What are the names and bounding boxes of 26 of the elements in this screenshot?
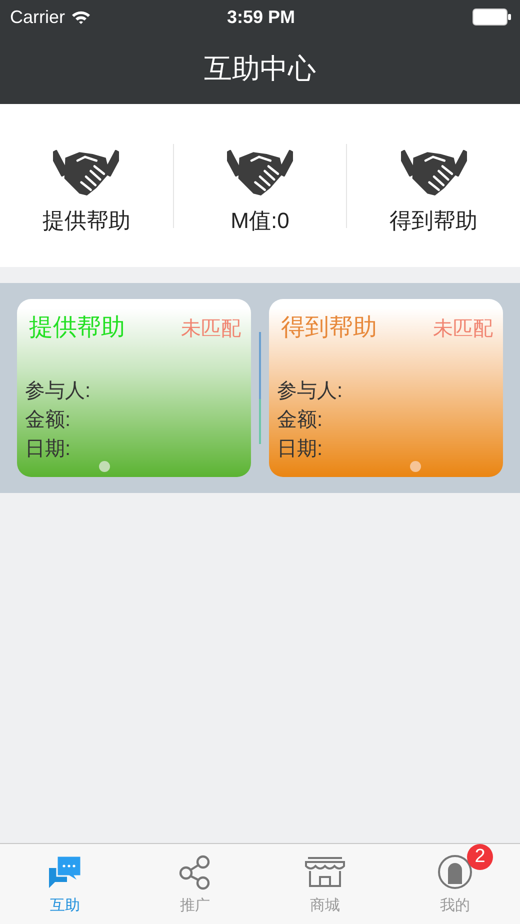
battery-icon xyxy=(472,8,512,26)
notification-badge: 2 xyxy=(467,844,493,870)
user-icon xyxy=(437,854,473,890)
wifi-icon xyxy=(71,10,92,24)
field-label: 参与人: xyxy=(25,379,92,404)
field-label: 参与人: xyxy=(277,379,344,404)
action-label[interactable]: 提供帮助 xyxy=(42,206,130,236)
card-dot xyxy=(410,461,421,472)
tab-item[interactable]: 2 我的 xyxy=(390,844,520,924)
status-time: 3:59 PM xyxy=(226,6,296,28)
field-label: 金额: xyxy=(25,408,72,433)
card-title: 得到帮助 xyxy=(281,313,377,343)
carrier-name: Carrier xyxy=(10,6,66,28)
chat-icon xyxy=(47,854,83,890)
field-label: 日期: xyxy=(25,437,72,462)
page-title: 互助中心 xyxy=(204,52,316,86)
action-label[interactable]: 得到帮助 xyxy=(390,206,478,236)
action-label[interactable]: M值:0 xyxy=(230,206,290,236)
field-label: 金额: xyxy=(277,408,324,433)
help-card[interactable]: 得到帮助 未匹配 参与人: 金额: 日期: xyxy=(269,299,503,477)
field-label: 日期: xyxy=(277,437,324,462)
card-title: 提供帮助 xyxy=(29,313,125,343)
card-dot xyxy=(99,461,110,472)
match-status: 未匹配 xyxy=(433,317,493,342)
match-status: 未匹配 xyxy=(181,317,241,342)
help-card[interactable]: 提供帮助 未匹配 参与人: 金额: 日期: xyxy=(17,299,251,477)
